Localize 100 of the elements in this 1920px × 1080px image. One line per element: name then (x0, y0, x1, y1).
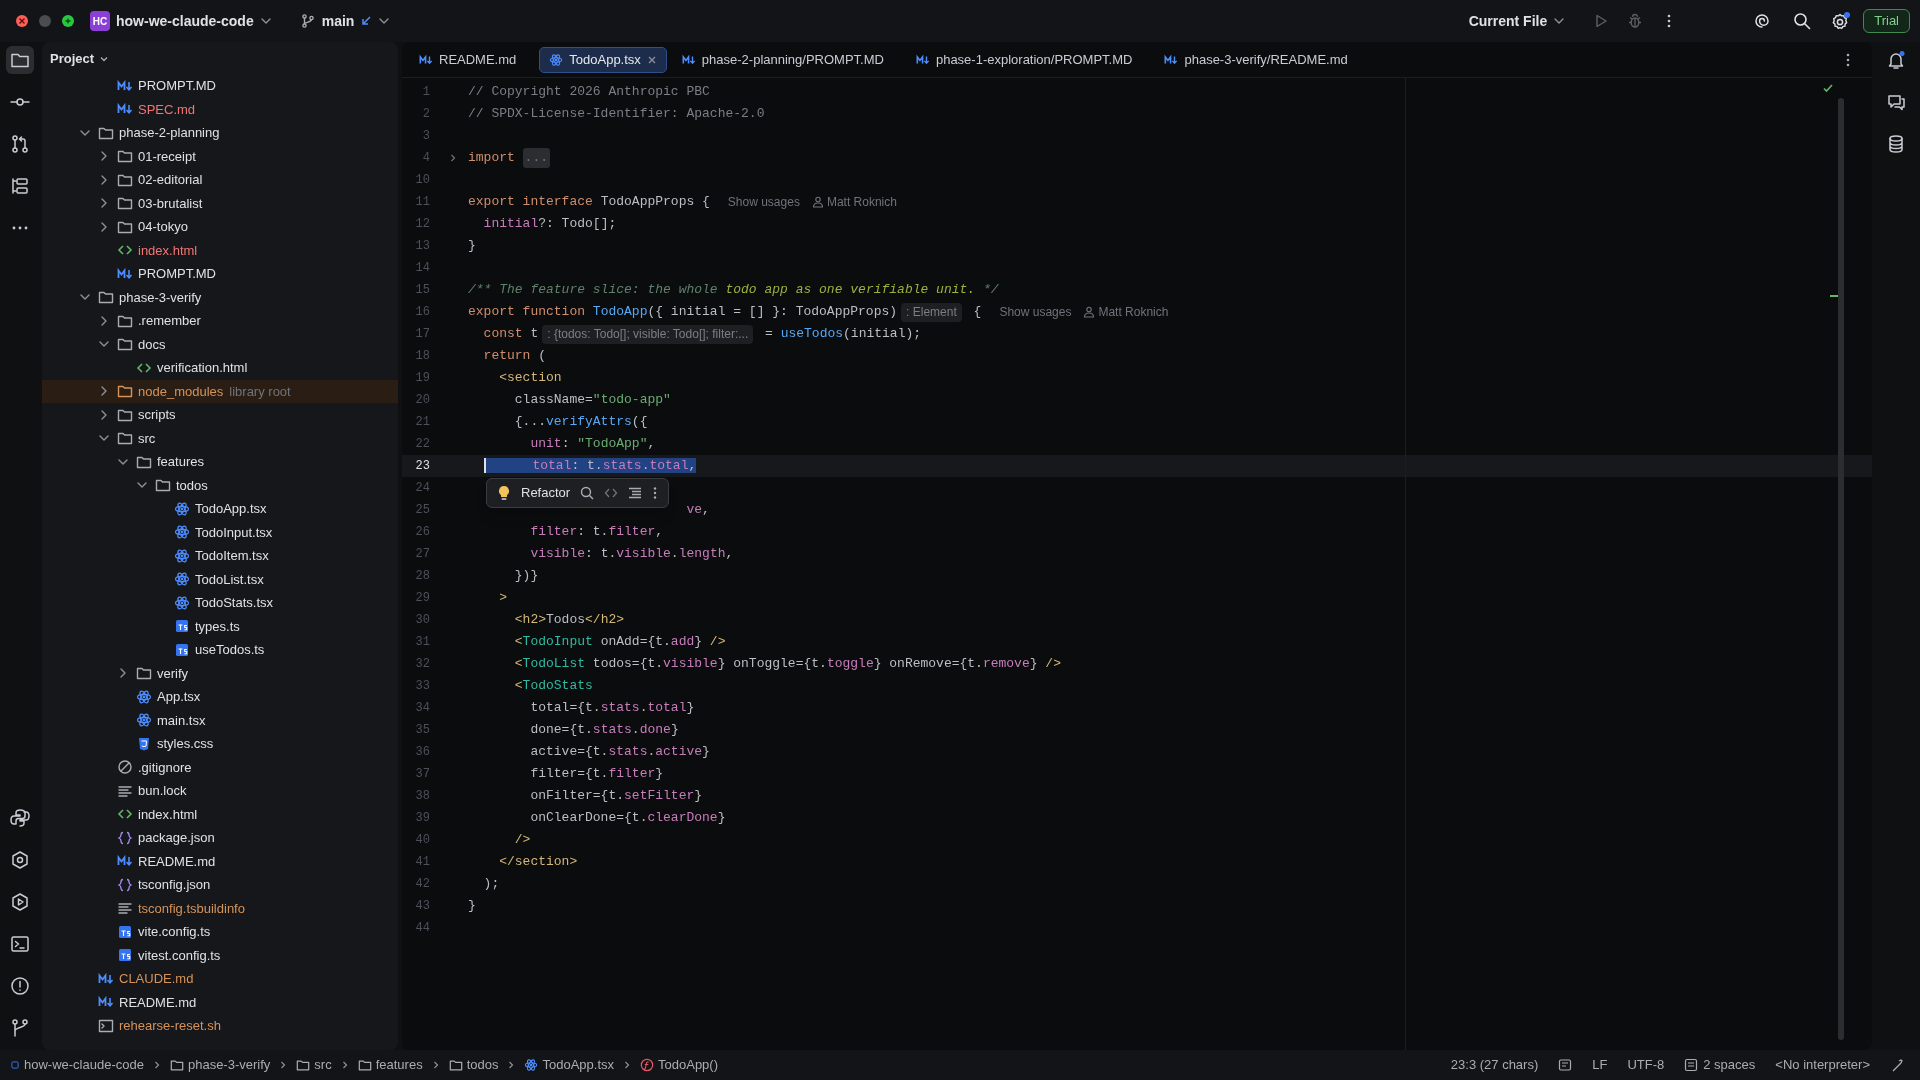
refactor-button[interactable]: Refactor (521, 483, 571, 503)
more-icon[interactable] (652, 486, 659, 500)
line-number: 33 (414, 678, 430, 695)
tree-item-label[interactable]: tsconfig.json (138, 875, 211, 895)
branch-icon (299, 13, 316, 29)
tree-item-label[interactable]: .remember (138, 311, 201, 331)
branch-selector[interactable]: main (299, 10, 391, 32)
line-number: 28 (414, 568, 430, 585)
bug-icon[interactable] (1627, 13, 1644, 29)
breadcrumb[interactable]: features (357, 1055, 423, 1075)
tree-item-label[interactable]: features (157, 452, 204, 472)
folder-icon (296, 1058, 311, 1072)
tree-item-label[interactable]: package.json (138, 828, 215, 848)
tree-item-label[interactable]: PROMPT.MD (138, 264, 216, 284)
tree-item-label[interactable]: TodoList.tsx (195, 569, 264, 589)
editor-tab[interactable]: TodoApp.tsx (539, 46, 667, 73)
trial-button[interactable]: Trial (1863, 9, 1910, 33)
search-icon[interactable] (580, 486, 595, 500)
tree-item-label[interactable]: index.html (138, 240, 198, 260)
editor-tab[interactable]: phase-3-verify/README.md (1155, 46, 1357, 73)
show-usages-link[interactable]: Show usages (727, 193, 800, 211)
readonly-icon[interactable] (1558, 1058, 1573, 1072)
tree-item-label[interactable]: README.md (138, 851, 216, 871)
run-configuration-selector[interactable]: Current File (1468, 10, 1566, 32)
settings-icon[interactable] (1831, 11, 1852, 31)
tree-item-label[interactable]: node_modules (138, 381, 224, 401)
tree-item-label[interactable]: scripts (138, 405, 176, 425)
tree-item-label[interactable]: TodoApp.tsx (195, 499, 267, 519)
tree-item-label[interactable]: styles.css (157, 734, 214, 754)
folder-icon[interactable] (6, 46, 34, 74)
tree-item-label[interactable]: CLAUDE.md (119, 969, 194, 989)
tree-item-label[interactable]: vitest.config.ts (138, 945, 221, 965)
tree-item-label[interactable]: README.md (119, 992, 197, 1012)
tree-item-label[interactable]: vite.config.ts (138, 922, 211, 942)
tree-item-label[interactable]: TodoInput.tsx (195, 522, 273, 542)
tree-item-label[interactable]: docs (138, 334, 166, 354)
file-encoding[interactable]: UTF-8 (1627, 1055, 1665, 1075)
line-separator[interactable]: LF (1592, 1055, 1608, 1075)
close-icon[interactable] (646, 54, 657, 65)
code-text: <TodoStats (513, 677, 593, 696)
list-icon[interactable] (628, 486, 643, 500)
tree-item-label[interactable]: TodoStats.tsx (195, 593, 274, 613)
line-number: 40 (414, 832, 430, 849)
search-icon[interactable] (1793, 12, 1812, 30)
line-number: 10 (414, 172, 430, 189)
close-window-icon[interactable] (15, 14, 29, 28)
breadcrumb[interactable]: TodoApp() (640, 1055, 718, 1075)
tree-item-label[interactable]: 02-editorial (138, 170, 203, 190)
tree-item-label[interactable]: verify (157, 663, 189, 683)
editor-tab[interactable]: README.md (410, 46, 526, 73)
breadcrumb[interactable]: TodoApp.tsx (524, 1055, 614, 1075)
tree-item-label[interactable]: PROMPT.MD (138, 76, 216, 96)
lightbulb-icon[interactable] (497, 485, 511, 501)
tree-item-label[interactable]: src (138, 428, 156, 448)
tree-item-label[interactable]: phase-2-planning (119, 123, 220, 143)
tree-item-label[interactable]: verification.html (157, 358, 248, 378)
author-hint[interactable]: Matt Roknich (1098, 303, 1169, 321)
code-text: ); (482, 875, 500, 894)
code-icon[interactable] (604, 486, 619, 500)
breadcrumb[interactable]: how-we-claude-code (10, 1055, 144, 1075)
tree-item-label[interactable]: 01-receipt (138, 146, 196, 166)
editor-tab[interactable]: phase-2-planning/PROMPT.MD (672, 46, 893, 73)
author-hint[interactable]: Matt Roknich (826, 193, 897, 211)
maximize-window-icon[interactable] (61, 14, 75, 28)
tree-item-label[interactable]: rehearse-reset.sh (119, 1016, 221, 1036)
tree-item-label[interactable]: phase-3-verify (119, 287, 202, 307)
indent-icon[interactable] (1684, 1058, 1699, 1072)
tree-item-label[interactable]: useTodos.ts (195, 640, 265, 660)
atom-icon (549, 52, 564, 67)
line-number: 29 (414, 590, 430, 607)
tree-item-label[interactable]: 04-tokyo (138, 217, 188, 237)
workspace-switcher[interactable]: how-we-claude-code (116, 10, 272, 32)
project-view-selector[interactable]: Project (50, 49, 110, 69)
tree-item-label[interactable]: todos (176, 475, 208, 495)
tree-item-label[interactable]: main.tsx (157, 710, 206, 730)
tree-item-label[interactable]: bun.lock (138, 781, 187, 801)
line-number: 35 (414, 722, 430, 739)
breadcrumb[interactable]: phase-3-verify (169, 1055, 271, 1075)
interpreter-selector[interactable]: <No interpreter> (1775, 1055, 1870, 1075)
spiral-icon[interactable] (1753, 12, 1772, 30)
indent-setting[interactable]: 2 spaces (1703, 1055, 1756, 1075)
breadcrumb[interactable]: src (296, 1055, 332, 1075)
expand-fold-icon[interactable] (448, 153, 458, 163)
caret-position[interactable]: 23:3 (27 chars) (1450, 1055, 1539, 1075)
breadcrumb[interactable]: todos (448, 1055, 499, 1075)
editor-tab[interactable]: phase-1-exploration/PROMPT.MD (906, 46, 1142, 73)
code-text: })} (513, 567, 539, 586)
tree-item-label[interactable]: .gitignore (138, 757, 192, 777)
caret-icon (99, 54, 110, 64)
tree-item-label[interactable]: types.ts (195, 616, 240, 636)
show-usages-link[interactable]: Show usages (999, 303, 1072, 321)
tree-item-label[interactable]: SPEC.md (138, 99, 196, 119)
folder-icon (448, 1058, 463, 1072)
tree-item-label[interactable]: index.html (138, 804, 198, 824)
tree-item-label[interactable]: tsconfig.tsbuildinfo (138, 898, 245, 918)
tree-item-label[interactable]: TodoItem.tsx (195, 546, 269, 566)
tree-item-label[interactable]: 03-brutalist (138, 193, 203, 213)
tree-item-label[interactable]: App.tsx (157, 687, 201, 707)
folder-icon (117, 195, 133, 212)
scrollbar-thumb[interactable] (1838, 98, 1844, 1040)
